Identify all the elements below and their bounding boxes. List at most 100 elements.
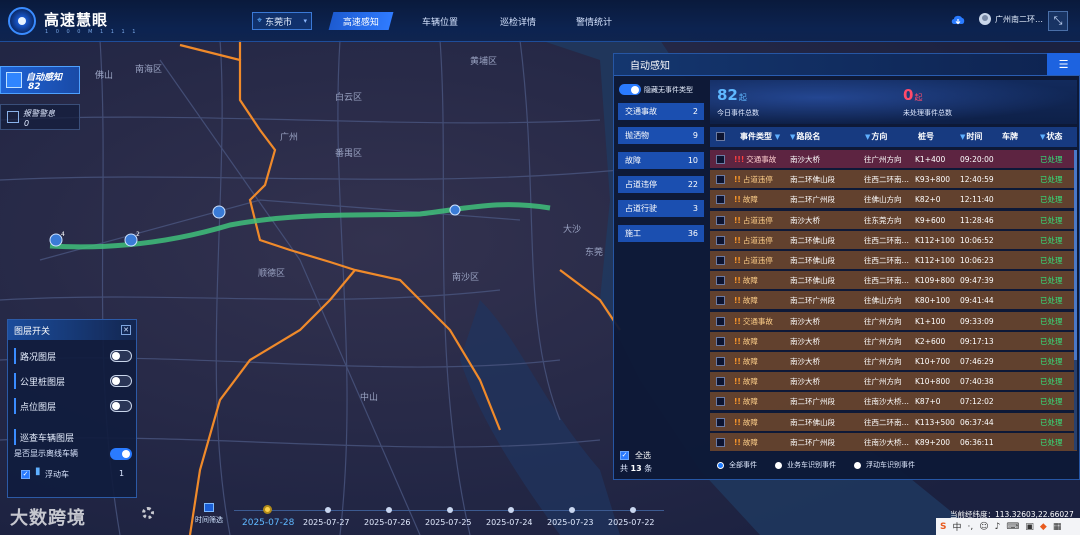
timeline-dot[interactable] xyxy=(630,507,636,513)
time-filter-button[interactable]: 时间筛选 xyxy=(192,503,226,531)
table-row[interactable]: !! 故障 南二环佛山段 往西二环南… K109+800 09:47:39 已处理 xyxy=(710,271,1077,291)
row-checkbox[interactable] xyxy=(716,336,725,346)
timeline-dot[interactable] xyxy=(508,507,514,513)
table-row[interactable]: !! 占道违停 南二环佛山段 往西二环南… K112+100 10:06:23 已处理 xyxy=(710,251,1077,270)
row-checkbox[interactable] xyxy=(716,235,725,245)
row-checkbox[interactable] xyxy=(716,195,725,205)
row-checkbox[interactable] xyxy=(716,175,725,185)
timeline-dot[interactable] xyxy=(447,507,453,513)
nav-tab-perception[interactable]: 高速感知 xyxy=(328,12,394,30)
timeline-date[interactable]: 2025-07-24 xyxy=(486,518,533,527)
timeline-dot[interactable] xyxy=(263,505,272,514)
cell-stake: K109+800 xyxy=(915,276,955,286)
point-layer-toggle[interactable] xyxy=(110,400,132,412)
table-row[interactable]: !! 故障 南二环广州段 往佛山方向 K82+0 12:11:40 已处理 xyxy=(710,190,1077,210)
row-checkbox[interactable] xyxy=(716,256,725,265)
timeline-date[interactable]: 2025-07-27 xyxy=(303,518,350,527)
mile-post-layer-toggle[interactable] xyxy=(110,375,132,387)
fullscreen-button[interactable]: ⤡ xyxy=(1048,11,1068,31)
row-checkbox[interactable] xyxy=(716,155,725,164)
select-all-checkbox[interactable]: ✓ xyxy=(620,451,629,460)
collapse-icon[interactable]: ✕ xyxy=(121,325,131,335)
table-scrollbar[interactable] xyxy=(1074,150,1077,450)
cell-road: 南二环佛山段 xyxy=(790,276,835,286)
offline-vehicles-toggle[interactable] xyxy=(110,448,132,460)
table-row[interactable]: !! 故障 南二环广州段 往佛山方向 K80+100 09:41:44 已处理 xyxy=(710,291,1077,311)
user-menu[interactable]: 广州南二环… xyxy=(979,13,1043,25)
cell-dir: 往南沙大桥… xyxy=(864,437,909,447)
col-road[interactable]: ▼路段名 xyxy=(790,127,820,147)
filter-floating-vehicle[interactable]: 浮动车识别事件 xyxy=(854,460,915,470)
table-row[interactable]: !! 交通事故 南沙大桥 往广州方向 K1+100 09:33:09 已处理 xyxy=(710,311,1077,331)
auto-perception-badge[interactable]: 自动感知 82 xyxy=(0,66,80,94)
table-row[interactable]: !! 故障 南二环广州段 往南沙大桥… K87+0 07:12:02 已处理 xyxy=(710,392,1077,412)
row-checkbox[interactable] xyxy=(716,276,725,286)
timeline-dot[interactable] xyxy=(386,507,392,513)
alarm-count: 0 xyxy=(24,119,30,128)
panel-menu-button[interactable]: ☰ xyxy=(1047,53,1080,75)
timeline-dot[interactable] xyxy=(569,507,575,513)
table-row[interactable]: !! 故障 南沙大桥 往广州方向 K10+800 07:40:38 已处理 xyxy=(710,372,1077,392)
col-time[interactable]: ▼时间 xyxy=(960,127,982,147)
table-row[interactable]: !! 故障 南沙大桥 往广州方向 K10+700 07:46:29 已处理 xyxy=(710,352,1077,371)
timeline-date[interactable]: 2025-07-23 xyxy=(547,518,594,527)
table-row[interactable]: !! 故障 南二环广州段 往南沙大桥… K89+200 06:36:11 已处理 xyxy=(710,432,1077,452)
timeline-date[interactable]: 2025-07-26 xyxy=(364,518,411,527)
nav-tab-inspection[interactable]: 巡检详情 xyxy=(488,12,548,30)
table-row[interactable]: !! 故障 南沙大桥 往广州方向 K2+600 09:17:13 已处理 xyxy=(710,331,1077,351)
pending-event-count: 0起 xyxy=(903,86,923,104)
alarm-title: 报警警息 xyxy=(23,109,55,118)
row-checkbox[interactable] xyxy=(716,437,725,447)
filter-business-vehicle[interactable]: 业务车识别事件 xyxy=(775,460,836,470)
row-checkbox[interactable] xyxy=(716,296,725,306)
table-row[interactable]: !!! 交通事故 南沙大桥 往广州方向 K1+400 09:20:00 已处理 xyxy=(710,150,1077,169)
filter-all-events[interactable]: 全部事件 xyxy=(717,460,757,470)
traffic-layer-toggle[interactable] xyxy=(110,350,132,362)
layer-label: 公里桩图层 xyxy=(20,377,66,388)
timeline-dot[interactable] xyxy=(325,507,331,513)
row-checkbox[interactable] xyxy=(716,417,725,427)
table-row[interactable]: !! 占道违停 南二环佛山段 往西二环南… K93+800 12:40:59 已处理 xyxy=(710,170,1077,190)
timeline-date[interactable]: 2025-07-25 xyxy=(425,518,472,527)
nav-tab-alarm-stats[interactable]: 警情统计 xyxy=(564,12,624,30)
category-lane-driving[interactable]: 占道行驶 3 xyxy=(618,200,704,217)
row-checkbox[interactable] xyxy=(716,397,725,407)
hide-empty-types[interactable]: 隐藏无事件类型 xyxy=(619,84,693,95)
timeline-date[interactable]: 2025-07-22 xyxy=(608,518,655,527)
col-status[interactable]: ▼状态 xyxy=(1040,127,1062,147)
col-direction[interactable]: ▼方向 xyxy=(865,127,887,147)
timeline-date[interactable]: 2025-07-28 xyxy=(242,518,294,528)
category-breakdown[interactable]: 故障 10 xyxy=(618,152,704,169)
select-all[interactable]: ✓ 全选 xyxy=(620,450,651,461)
category-debris[interactable]: 抛洒物 9 xyxy=(618,127,704,144)
hide-empty-toggle[interactable] xyxy=(619,84,641,95)
vehicle-marker[interactable] xyxy=(449,204,461,216)
row-checkbox[interactable] xyxy=(716,215,725,225)
map-label: 东莞 xyxy=(585,246,603,258)
category-illegal-parking[interactable]: 占道违停 22 xyxy=(618,176,704,193)
ime-toolbar[interactable]: S 中 ·, ☺ ♪ ⌨ ▣ ◆ ▦ xyxy=(936,518,1080,535)
nav-tab-vehicle-position[interactable]: 车辆位置 xyxy=(410,12,470,30)
category-traffic-accident[interactable]: 交通事故 2 xyxy=(618,103,704,120)
row-checkbox[interactable] xyxy=(716,357,725,366)
ime-skin-icon: ◆ xyxy=(1039,521,1047,532)
table-row[interactable]: !! 占道违停 南二环佛山段 往西二环南… K112+100 10:06:52 已处理 xyxy=(710,230,1077,250)
map-label: 黄埔区 xyxy=(470,55,497,67)
table-row[interactable]: !! 故障 南二环佛山段 往西二环南… K113+500 06:37:44 已处理 xyxy=(710,412,1077,432)
row-checkbox[interactable] xyxy=(716,377,725,387)
row-checkbox[interactable] xyxy=(716,316,725,326)
cell-status: 已处理 xyxy=(1040,397,1063,407)
alarm-badge[interactable]: 报警警息 0 xyxy=(0,104,80,130)
cell-stake: K80+100 xyxy=(915,296,951,306)
col-type[interactable]: 事件类型 ▼ xyxy=(740,127,781,147)
header-checkbox[interactable] xyxy=(716,132,725,141)
cell-stake: K93+800 xyxy=(915,175,951,185)
city-select[interactable]: ⌖ 东莞市 ▾ xyxy=(252,12,312,30)
category-construction[interactable]: 施工 36 xyxy=(618,225,704,242)
patrol-layer-title: 巡查车辆图层 xyxy=(20,433,75,444)
cloud-download-icon[interactable] xyxy=(950,13,966,27)
settings-gear-icon[interactable] xyxy=(142,507,154,519)
floating-car-checkbox[interactable]: ✓ xyxy=(21,470,30,479)
table-row[interactable]: !! 占道违停 南沙大桥 往东莞方向 K9+600 11:28:46 已处理 xyxy=(710,210,1077,230)
vehicle-marker[interactable] xyxy=(212,205,226,219)
